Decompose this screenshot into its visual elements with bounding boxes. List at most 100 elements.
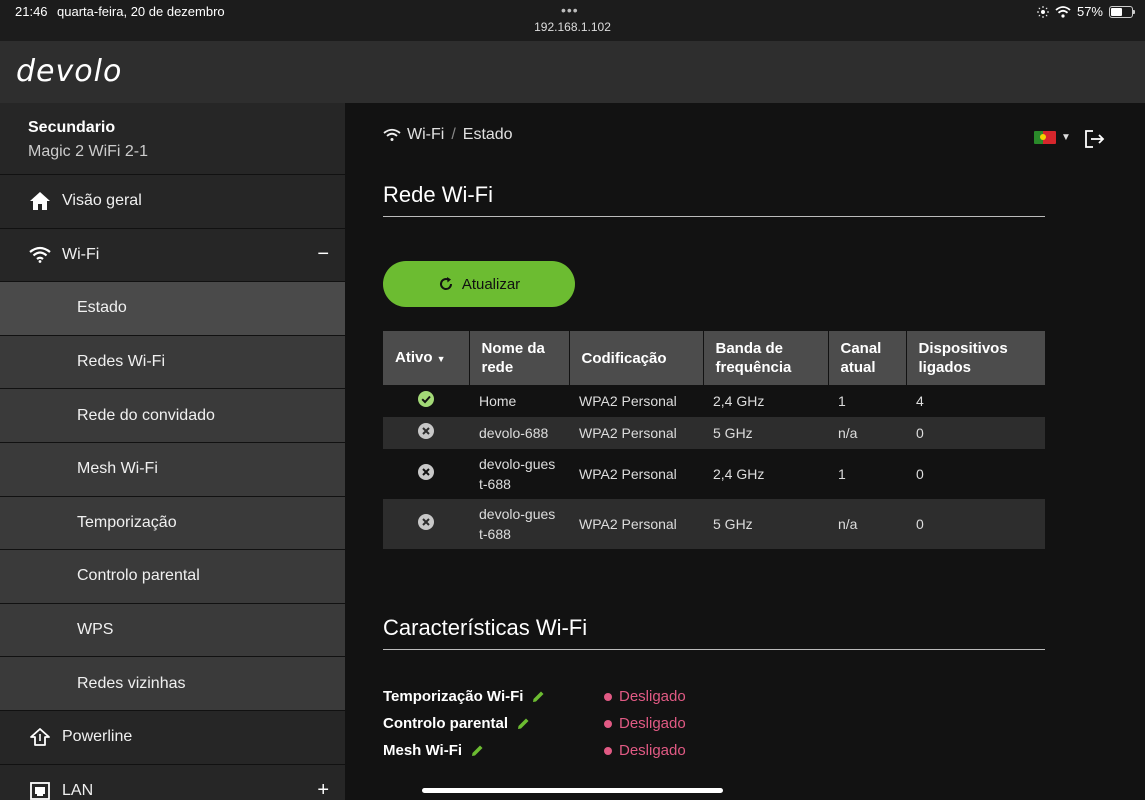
clock: 21:46 — [15, 4, 48, 19]
sidebar-item-wifi[interactable]: Wi-Fi − — [0, 229, 345, 283]
sidebar-item-label: Temporização — [77, 513, 177, 531]
network-name: devolo-guest-688 — [469, 449, 569, 499]
date: quarta-feira, 20 de dezembro — [57, 4, 225, 19]
active-cell — [383, 499, 469, 549]
sidebar-item-mesh-wifi[interactable]: Mesh Wi-Fi — [0, 442, 345, 497]
sidebar-item-powerline[interactable]: Powerline — [0, 711, 345, 765]
breadcrumb: Wi-Fi / Estado — [383, 126, 513, 144]
sidebar-item-neighbor-networks[interactable]: Redes vizinhas — [0, 657, 345, 711]
sidebar-item-guest-network[interactable]: Rede do convidado — [0, 389, 345, 443]
home-indicator[interactable] — [422, 788, 723, 793]
sidebar-item-label: Redes vizinhas — [77, 674, 186, 692]
table-row: devolo-guest-688 WPA2 Personal 2,4 GHz 1… — [383, 449, 1045, 499]
channel: n/a — [828, 417, 906, 449]
app-header: devolo — [0, 41, 1145, 103]
network-name: devolo-688 — [469, 417, 569, 449]
table-row: devolo-guest-688 WPA2 Personal 5 GHz n/a… — [383, 499, 1045, 549]
table-row: devolo-688 WPA2 Personal 5 GHz n/a 0 — [383, 417, 1045, 449]
feature-label: Temporização Wi-Fi — [383, 688, 524, 705]
band: 2,4 GHz — [703, 385, 828, 417]
sidebar-item-timer[interactable]: Temporização — [0, 496, 345, 551]
feature-parental-control: Controlo parental — [383, 715, 530, 732]
x-circle-icon — [418, 422, 434, 439]
sidebar-item-label: Estado — [77, 299, 127, 317]
caret-down-icon[interactable]: ▼ — [1061, 132, 1071, 143]
device-model: Magic 2 WiFi 2-1 — [28, 143, 149, 160]
sidebar-item-label: LAN — [62, 781, 94, 799]
battery-icon — [1109, 5, 1135, 18]
sidebar-item-lan[interactable]: LAN + — [0, 765, 345, 800]
status-text: Desligado — [619, 688, 686, 705]
more-dots-icon[interactable]: ••• — [561, 2, 579, 18]
band: 5 GHz — [703, 417, 828, 449]
brightness-icon — [1036, 5, 1049, 18]
column-header-active[interactable]: Ativo ▼ — [383, 331, 470, 385]
band: 5 GHz — [703, 499, 828, 549]
edit-icon[interactable] — [471, 744, 484, 757]
status-badge: Desligado — [604, 742, 686, 759]
channel: 1 — [828, 385, 906, 417]
devices: 0 — [906, 449, 1045, 499]
column-header-name: Nome da rede — [469, 331, 570, 385]
column-header-channel: Canal atual — [828, 331, 907, 385]
table-row: Home WPA2 Personal 2,4 GHz 1 4 — [383, 385, 1045, 417]
channel: 1 — [828, 449, 906, 499]
powerline-icon — [28, 725, 52, 749]
battery-percent: 57% — [1076, 4, 1103, 19]
encryption: WPA2 Personal — [569, 499, 703, 549]
status-badge: Desligado — [604, 715, 686, 732]
status-badge: Desligado — [604, 688, 686, 705]
logout-icon[interactable] — [1084, 129, 1106, 149]
column-header-band: Banda de frequência — [703, 331, 829, 385]
url-display[interactable]: 192.168.1.102 — [0, 20, 1145, 34]
band: 2,4 GHz — [703, 449, 828, 499]
table-header-row: Ativo ▼ Nome da rede Codificação Banda d… — [383, 331, 1045, 385]
sidebar-item-wps[interactable]: WPS — [0, 603, 345, 658]
refresh-icon — [439, 277, 452, 290]
network-name: Home — [469, 385, 569, 417]
devices: 0 — [906, 417, 1045, 449]
network-name: devolo-guest-688 — [469, 499, 569, 549]
edit-icon[interactable] — [517, 717, 530, 730]
sidebar-item-label: WPS — [77, 621, 114, 639]
wifi-signal-icon — [1055, 5, 1071, 18]
refresh-label: Atualizar — [461, 275, 521, 293]
expand-icon[interactable]: + — [317, 779, 329, 800]
check-circle-icon — [418, 390, 434, 407]
refresh-button[interactable]: Atualizar — [383, 261, 575, 307]
sidebar: Secundario Magic 2 WiFi 2-1 Visão geral … — [0, 103, 345, 800]
devices: 4 — [906, 385, 1045, 417]
device-name: Secundario — [28, 119, 116, 136]
sidebar-item-wifi-status[interactable]: Estado — [0, 282, 345, 336]
devices: 0 — [906, 499, 1045, 549]
sidebar-item-overview[interactable]: Visão geral — [0, 175, 345, 229]
edit-icon[interactable] — [532, 690, 545, 703]
sidebar-item-wifi-networks[interactable]: Redes Wi-Fi — [0, 335, 345, 390]
section-title-wifi-network: Rede Wi-Fi — [383, 182, 1045, 217]
active-cell — [383, 417, 469, 449]
home-icon — [28, 189, 52, 213]
breadcrumb-section[interactable]: Wi-Fi — [407, 126, 444, 144]
sidebar-item-label: Mesh Wi-Fi — [77, 460, 158, 478]
sidebar-item-label: Rede do convidado — [77, 406, 215, 424]
language-flag-icon[interactable] — [1034, 131, 1056, 144]
column-header-devices: Dispositivos ligados — [906, 331, 1045, 385]
sidebar-item-parental-control[interactable]: Controlo parental — [0, 550, 345, 604]
status-text: Desligado — [619, 742, 686, 759]
feature-label: Mesh Wi-Fi — [383, 742, 463, 759]
sidebar-item-label: Visão geral — [62, 192, 142, 210]
sidebar-item-label: Controlo parental — [77, 567, 200, 585]
status-text: Desligado — [619, 715, 686, 732]
breadcrumb-current: Estado — [462, 126, 513, 143]
collapse-icon[interactable]: − — [317, 243, 329, 266]
x-circle-icon — [418, 463, 434, 480]
feature-mesh-wifi: Mesh Wi-Fi — [383, 742, 484, 759]
active-cell — [383, 385, 469, 417]
status-bar: 21:46 quarta-feira, 20 de dezembro ••• 1… — [0, 0, 1145, 41]
sidebar-item-label: Wi-Fi — [62, 245, 100, 263]
wifi-icon — [28, 243, 52, 267]
column-header-encryption: Codificação — [569, 331, 704, 385]
encryption: WPA2 Personal — [569, 449, 703, 499]
x-circle-icon — [418, 513, 434, 530]
devolo-logo[interactable]: devolo — [16, 54, 122, 89]
